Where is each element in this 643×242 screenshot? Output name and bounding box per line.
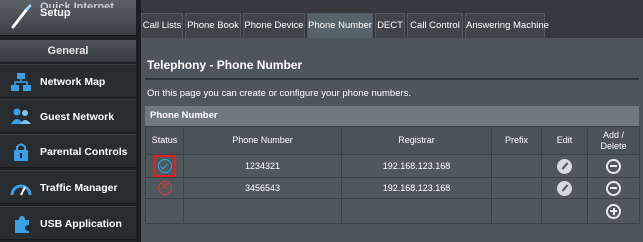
tab-phone-number[interactable]: Phone Number xyxy=(307,13,373,38)
check-circle-icon xyxy=(157,159,172,173)
error-x-circle-icon: ✕ xyxy=(157,181,172,195)
sidebar-item-guest-network[interactable]: Guest Network xyxy=(0,99,136,133)
sidebar-item-label: Network Map xyxy=(40,76,106,88)
network-map-icon xyxy=(11,73,31,91)
phone-number-cell: 3456543 xyxy=(183,177,342,199)
sidebar-item-label: Parental Controls xyxy=(40,146,128,158)
column-header-phone-number: Phone Number xyxy=(183,126,342,155)
status-cell xyxy=(145,154,184,178)
prefix-cell xyxy=(491,177,542,199)
traffic-manager-icon xyxy=(10,184,32,196)
edit-pencil-icon[interactable] xyxy=(557,158,572,174)
column-header-edit: Edit xyxy=(541,126,588,155)
sidebar-item-traffic-manager[interactable]: Traffic Manager xyxy=(0,170,136,204)
tab-answering-machine[interactable]: Answering Machine xyxy=(465,13,549,38)
tab-phone-book[interactable]: Phone Book xyxy=(185,13,241,38)
phone-number-cell: 1234321 xyxy=(183,154,342,178)
table-row: ✕ 3456543 192.168.123.168 xyxy=(145,177,640,199)
sidebar-item-parental-controls[interactable]: Parental Controls xyxy=(0,134,136,168)
status-highlight-box xyxy=(153,155,176,177)
page-description: On this page you can create or configure… xyxy=(147,88,412,99)
tab-call-control[interactable]: Call Control xyxy=(407,13,463,38)
add-plus-icon[interactable] xyxy=(606,203,621,219)
registrar-cell: 192.168.123.168 xyxy=(341,177,492,199)
sidebar-item-usb-application[interactable]: USB Application xyxy=(0,206,136,240)
delete-cell xyxy=(587,177,640,199)
table-caption: Phone Number xyxy=(145,106,639,126)
table-row: 1234321 192.168.123.168 xyxy=(145,154,640,178)
sidebar: Quick Internet Setup General Network Map… xyxy=(0,0,136,242)
tab-dect[interactable]: DECT xyxy=(375,13,405,38)
usb-application-icon xyxy=(15,216,29,233)
sidebar-item-label: Guest Network xyxy=(40,111,115,123)
sidebar-item-label: USB Application xyxy=(40,218,122,230)
status-cell: ✕ xyxy=(145,177,184,199)
sidebar-item-label: Traffic Manager xyxy=(40,182,118,194)
delete-minus-icon[interactable] xyxy=(606,180,621,196)
title-divider xyxy=(145,78,639,80)
edit-cell xyxy=(541,177,588,199)
delete-minus-icon[interactable] xyxy=(606,158,621,174)
guest-network-icon xyxy=(11,108,31,124)
column-header-prefix: Prefix xyxy=(491,126,542,155)
magic-wand-icon xyxy=(11,4,32,29)
main-panel: Call Lists Phone Book Phone Device Phone… xyxy=(141,0,643,242)
phone-number-table: Phone Number Status Phone Number Registr… xyxy=(145,106,640,224)
delete-cell xyxy=(587,154,640,178)
parental-controls-icon xyxy=(14,143,28,161)
edit-cell xyxy=(541,154,588,178)
general-section-header: General xyxy=(0,40,136,62)
column-header-add-label: Add / xyxy=(602,129,624,140)
prefix-cell xyxy=(491,154,542,178)
tab-phone-device[interactable]: Phone Device xyxy=(243,13,305,38)
sidebar-item-network-map[interactable]: Network Map xyxy=(0,64,136,98)
column-header-registrar: Registrar xyxy=(341,126,492,155)
table-row-add xyxy=(145,198,640,224)
registrar-cell: 192.168.123.168 xyxy=(341,154,492,178)
quick-setup-item[interactable]: Quick Internet Setup xyxy=(0,0,136,36)
column-header-add-delete: Add / Delete xyxy=(587,126,640,155)
content-area: Telephony - Phone Number On this page yo… xyxy=(141,38,643,242)
tab-call-lists[interactable]: Call Lists xyxy=(141,13,183,38)
add-cell xyxy=(587,198,640,224)
column-header-status: Status xyxy=(145,126,184,155)
quick-setup-label: Setup xyxy=(40,7,71,19)
column-header-delete-label: Delete xyxy=(600,140,627,151)
edit-pencil-icon[interactable] xyxy=(557,180,572,196)
page-title: Telephony - Phone Number xyxy=(147,58,303,72)
